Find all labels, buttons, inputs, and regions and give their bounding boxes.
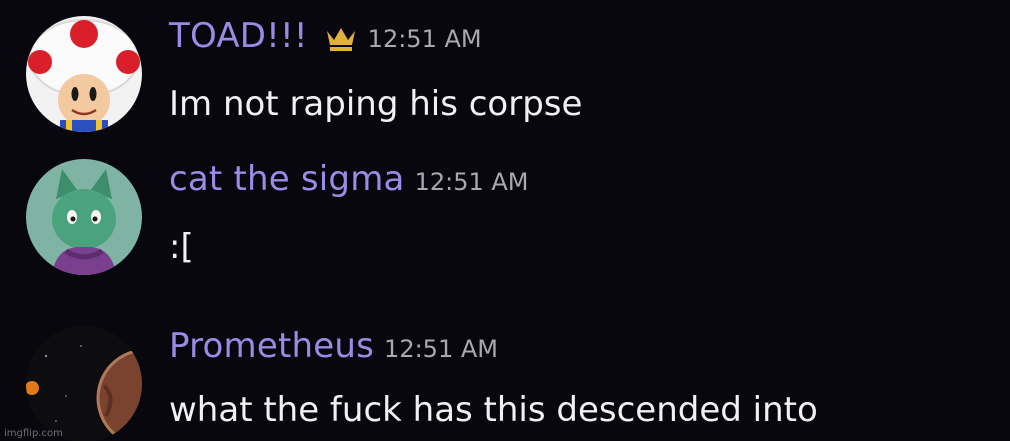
message-text: what the fuck has this descended into <box>169 390 818 430</box>
message-item: TOAD!!! 12:51 AM Im not raping his corps… <box>0 0 1010 140</box>
avatar-prometheus[interactable] <box>26 326 142 441</box>
watermark: imgflip.com <box>4 428 63 439</box>
message-header: Prometheus 12:51 AM <box>169 326 498 366</box>
timestamp: 12:51 AM <box>414 168 529 196</box>
message-header: TOAD!!! 12:51 AM <box>169 16 482 56</box>
avatar-toad[interactable] <box>26 16 142 132</box>
avatar-cat-the-sigma[interactable] <box>26 159 142 275</box>
planet-avatar-icon <box>26 326 142 441</box>
message-text: Im not raping his corpse <box>169 84 583 124</box>
message-text: :[ <box>169 227 194 267</box>
message-item: Prometheus 12:51 AM what the fuck has th… <box>0 302 1010 441</box>
toad-avatar-icon <box>26 16 142 132</box>
username[interactable]: Prometheus <box>169 326 374 366</box>
timestamp: 12:51 AM <box>384 335 498 363</box>
timestamp: 12:51 AM <box>367 25 482 53</box>
crown-icon <box>324 23 358 53</box>
chat-log: TOAD!!! 12:51 AM Im not raping his corps… <box>0 0 1010 441</box>
message-header: cat the sigma 12:51 AM <box>169 159 529 199</box>
message-item: cat the sigma 12:51 AM :[ <box>0 155 1010 295</box>
username[interactable]: cat the sigma <box>169 159 405 199</box>
cat-avatar-icon <box>26 159 142 275</box>
username[interactable]: TOAD!!! <box>169 16 308 56</box>
